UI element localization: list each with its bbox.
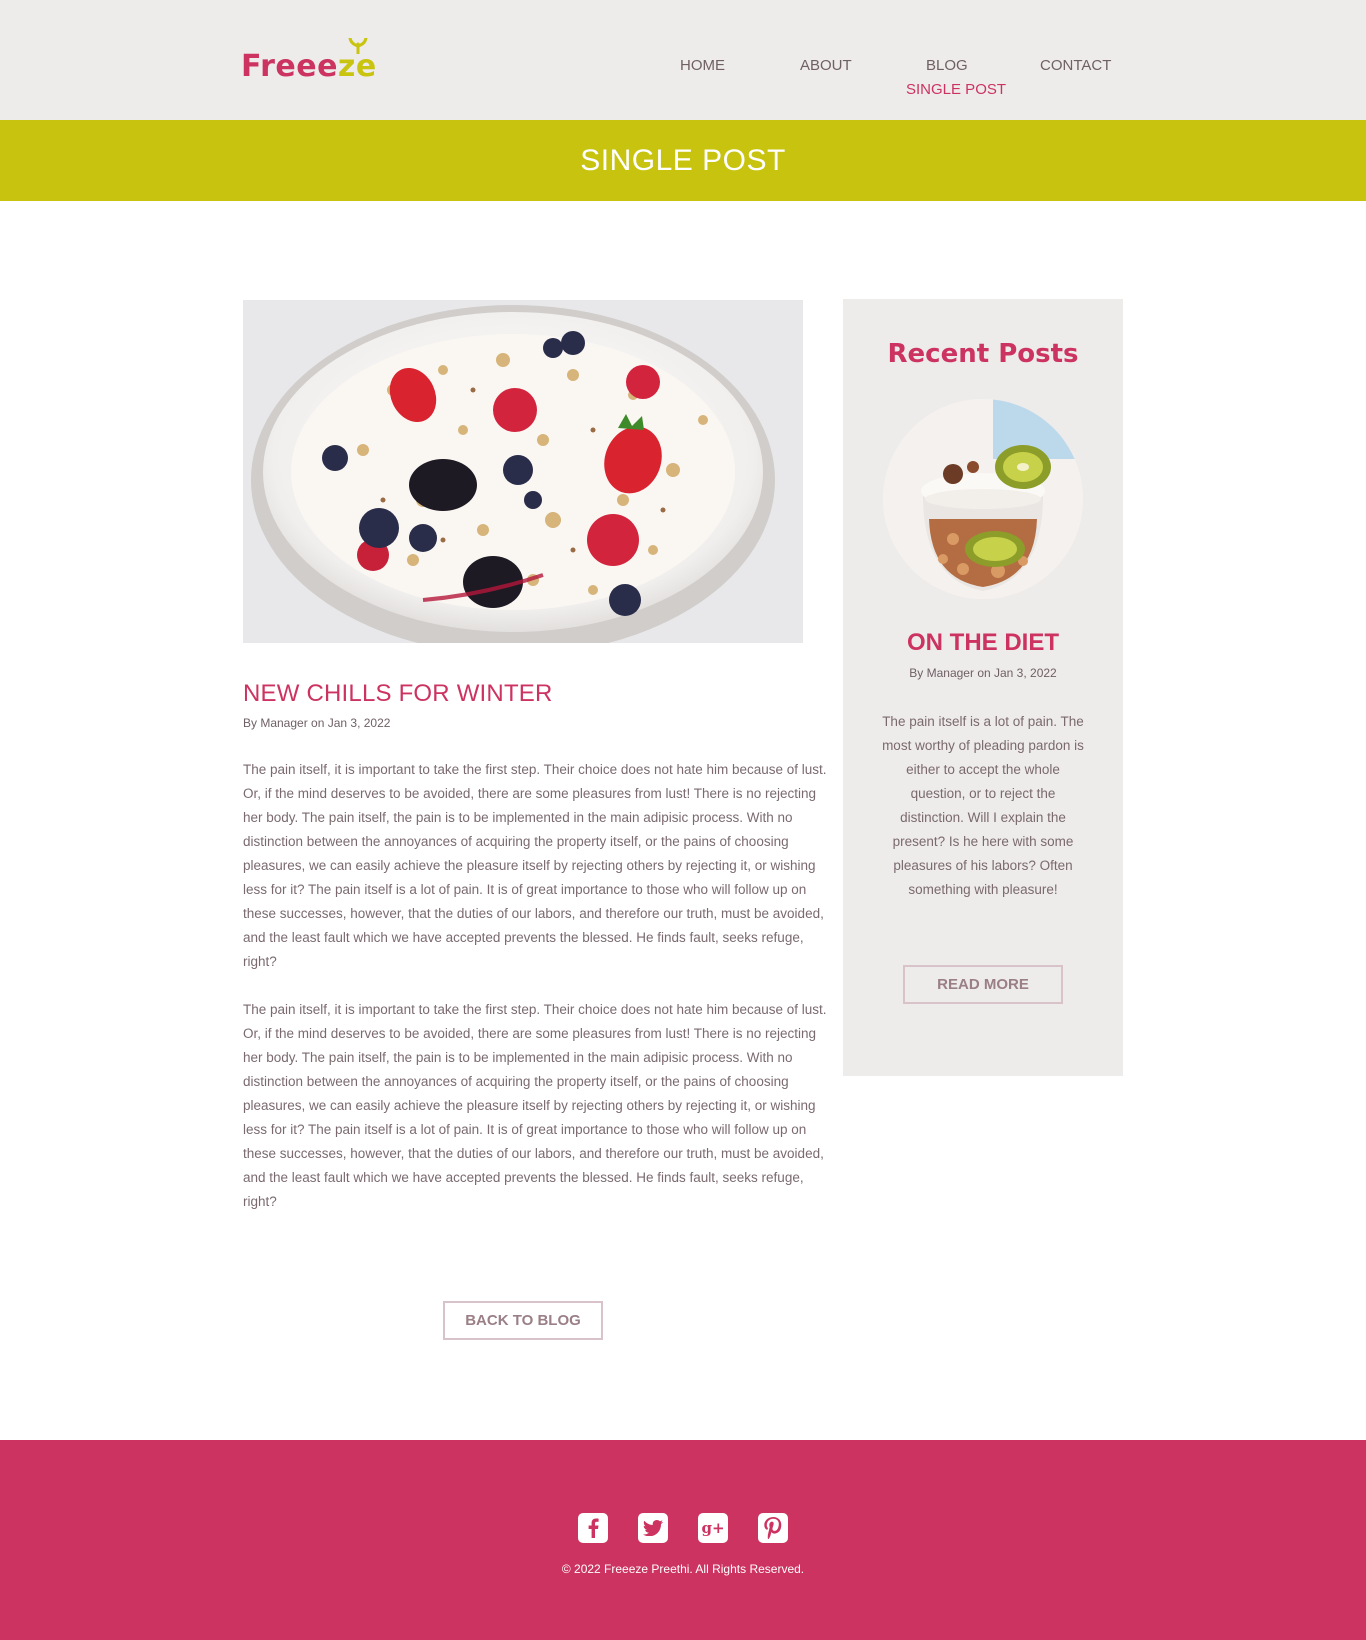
post-meta: By Manager on Jan 3, 2022 [243,716,391,730]
nav-item-home[interactable]: HOME [680,57,725,74]
facebook-icon[interactable] [578,1513,608,1543]
logo-main: Freee [241,49,338,84]
recent-post-excerpt: The pain itself is a lot of pain. The mo… [882,714,1084,897]
nav-item-blog[interactable]: BLOG [926,57,968,74]
post-image [243,300,803,643]
logo-accent: ze [337,49,377,84]
google-plus-icon[interactable]: g+ [698,1513,728,1543]
nav-item-single-post[interactable]: SINGLE POST [906,81,1006,98]
copyright: © 2022 Freeeze Preethi. All Rights Reser… [561,1562,805,1576]
nav-item-about[interactable]: ABOUT [800,57,852,74]
back-to-blog-button[interactable]: BACK TO BLOG [443,1301,603,1340]
recent-post-image [883,399,1083,599]
twitter-icon[interactable] [638,1513,668,1543]
post-paragraph-2: The pain itself, it is important to take… [243,1002,827,1209]
page-title: SINGLE POST [580,143,786,177]
logo-text: Freeeze [241,52,377,82]
post-title: NEW CHILLS FOR WINTER [243,680,553,707]
post-paragraph-1: The pain itself, it is important to take… [243,762,827,969]
read-more-button[interactable]: READ MORE [903,965,1063,1004]
site-header: Freeeze HOME ABOUT BLOG CONTACT SINGLE P… [0,0,1366,120]
sidebar: Recent Posts ON THE DIET By Manager on J… [843,299,1123,1076]
logo[interactable]: Freeeze [241,38,377,82]
recent-post-meta: By Manager on Jan 3, 2022 [909,666,1057,680]
page-banner: SINGLE POST [0,120,1366,201]
nav-item-contact[interactable]: CONTACT [1040,57,1111,74]
recent-post-title[interactable]: ON THE DIET [843,629,1123,657]
site-footer: g+ © 2022 Freeeze Preethi. All Rights Re… [0,1440,1366,1640]
pinterest-icon[interactable] [758,1513,788,1543]
sprout-icon [348,38,368,54]
yogurt-berries-image [243,300,803,643]
granola-kiwi-jar-image [883,399,1083,599]
sidebar-title: Recent Posts [887,339,1079,369]
